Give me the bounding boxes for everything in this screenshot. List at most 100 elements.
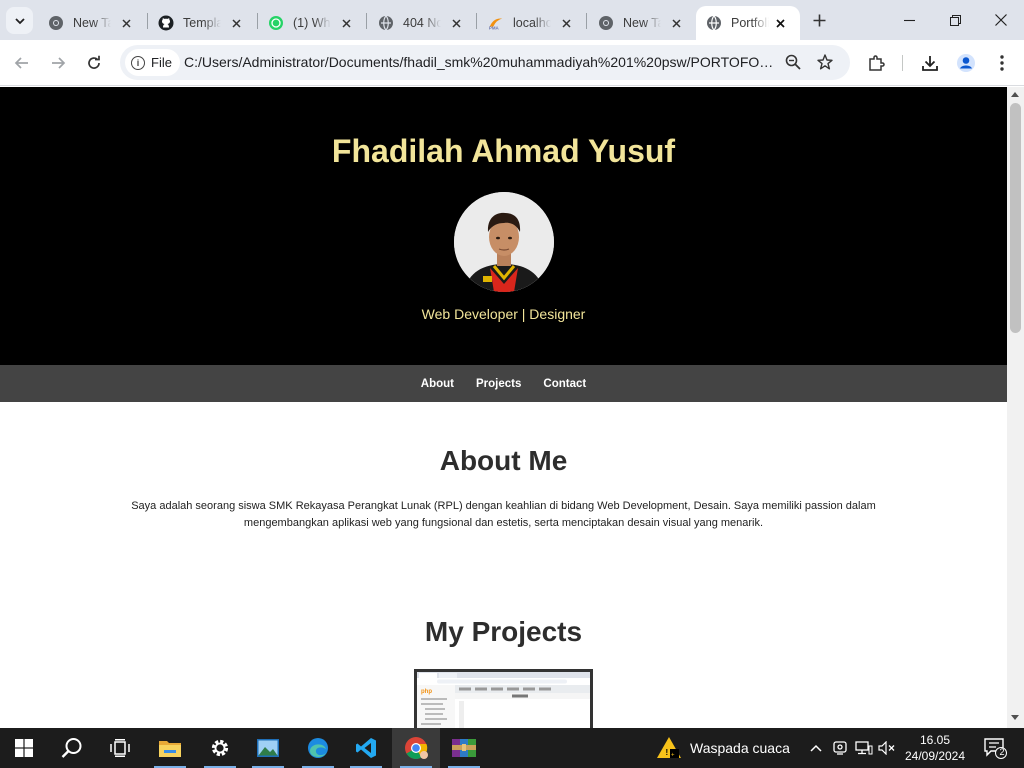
nav-link-contact[interactable]: Contact <box>532 378 597 390</box>
photos-button[interactable] <box>244 728 292 768</box>
network-icon <box>855 741 873 755</box>
tab-strip: New Tab Template (1) WhatsApp 404 Not Fo… <box>0 0 1024 40</box>
edge-icon <box>308 738 328 758</box>
chevron-up-icon <box>810 744 822 752</box>
star-icon <box>817 54 833 70</box>
github-icon <box>158 15 174 31</box>
new-tab-button[interactable] <box>808 9 830 31</box>
webpage-viewport: Fhadilah Ahmad Yusuf Web Developer | Des… <box>0 87 1007 728</box>
start-button[interactable] <box>0 728 48 768</box>
close-icon[interactable] <box>558 15 574 31</box>
browser-toolbar: i File C:/Users/Administrator/Documents/… <box>0 40 1024 86</box>
site-info-chip[interactable]: i File <box>125 49 180 76</box>
tab-new-tab-2[interactable]: New Tab <box>588 6 696 40</box>
downloads-button[interactable] <box>916 49 944 77</box>
bookmark-button[interactable] <box>811 48 839 76</box>
close-icon[interactable] <box>228 15 244 31</box>
tab-separator <box>586 13 587 29</box>
url-text[interactable]: C:/Users/Administrator/Documents/fhadil_… <box>184 54 774 70</box>
tab-title: Portfolio <box>731 16 769 30</box>
globe-icon <box>378 15 394 31</box>
download-icon <box>922 56 938 71</box>
profile-button[interactable] <box>952 49 980 77</box>
scroll-up-arrow-icon[interactable] <box>1011 92 1019 97</box>
reload-button[interactable] <box>80 49 108 77</box>
meet-now-button[interactable] <box>830 728 850 768</box>
restore-button[interactable] <box>932 0 978 40</box>
profile-photo <box>454 192 554 292</box>
settings-button[interactable] <box>196 728 244 768</box>
nav-link-projects[interactable]: Projects <box>465 378 532 390</box>
winrar-icon <box>452 739 476 757</box>
address-bar[interactable]: i File C:/Users/Administrator/Documents/… <box>120 45 850 80</box>
tab-new-tab-1[interactable]: New Tab <box>38 6 146 40</box>
close-icon[interactable] <box>338 15 354 31</box>
close-window-button[interactable] <box>978 0 1024 40</box>
search-button[interactable] <box>48 728 96 768</box>
windows-logo-icon <box>15 739 33 757</box>
volume-button[interactable] <box>876 728 898 768</box>
tab-title: localhost <box>513 16 551 30</box>
svg-text:php: php <box>421 689 432 695</box>
windows-taskbar: ! + Waspada cuaca 16.05 24/09/2024 2 <box>0 728 1024 768</box>
close-icon[interactable] <box>118 15 134 31</box>
tab-title: New Tab <box>73 16 111 30</box>
page-title: Fhadilah Ahmad Yusuf <box>331 133 676 169</box>
tab-template[interactable]: Template <box>148 6 256 40</box>
show-hidden-icons-button[interactable] <box>806 728 826 768</box>
menu-button[interactable] <box>988 49 1016 77</box>
back-button[interactable] <box>8 49 36 77</box>
network-button[interactable] <box>854 728 874 768</box>
zoom-icon <box>785 54 801 70</box>
warning-icon: ! + <box>657 737 681 759</box>
scroll-down-arrow-icon[interactable] <box>1011 715 1019 720</box>
extensions-button[interactable] <box>862 49 890 77</box>
site-chip-label: File <box>151 55 172 70</box>
tab-portfolio[interactable]: Portfolio <box>696 6 800 40</box>
puzzle-icon <box>869 55 885 71</box>
nav-link-about[interactable]: About <box>410 378 465 390</box>
close-icon <box>995 14 1007 26</box>
tab-title: Template <box>183 16 221 30</box>
hero-header: Fhadilah Ahmad Yusuf Web Developer | Des… <box>0 87 1007 365</box>
tab-title: (1) WhatsApp <box>293 16 331 30</box>
kebab-menu-icon <box>1000 55 1004 71</box>
project-screenshot-image: php <box>417 672 590 728</box>
minimize-icon <box>903 19 915 21</box>
chrome-icon <box>405 737 428 759</box>
notifications-button[interactable]: 2 <box>980 728 1010 768</box>
file-explorer-button[interactable] <box>146 728 194 768</box>
weather-widget[interactable]: ! + Waspada cuaca <box>656 728 790 768</box>
scrollbar-thumb[interactable] <box>1010 103 1021 333</box>
chrome-taskbar-button[interactable] <box>392 728 440 768</box>
svg-text:!: ! <box>666 748 669 757</box>
main-nav: About Projects Contact <box>0 365 1007 402</box>
forward-button[interactable] <box>44 49 72 77</box>
reload-icon <box>88 55 100 69</box>
svg-text:PMA: PMA <box>489 26 500 31</box>
task-view-button[interactable] <box>96 728 144 768</box>
system-clock[interactable]: 16.05 24/09/2024 <box>900 732 970 764</box>
vscode-button[interactable] <box>342 728 390 768</box>
tab-localhost[interactable]: PMA localhost <box>478 6 586 40</box>
tab-title: New Tab <box>623 16 661 30</box>
close-icon[interactable] <box>668 15 684 31</box>
edge-button[interactable] <box>294 728 342 768</box>
zoom-button[interactable] <box>779 48 807 76</box>
arrow-right-icon <box>52 57 66 69</box>
folder-icon <box>159 741 181 757</box>
page-scrollbar[interactable] <box>1007 87 1024 728</box>
tab-404[interactable]: 404 Not Found <box>368 6 476 40</box>
svg-text:+: + <box>671 753 675 759</box>
winrar-button[interactable] <box>440 728 488 768</box>
tab-whatsapp[interactable]: (1) WhatsApp <box>258 6 366 40</box>
clock-time: 16.05 <box>919 733 951 747</box>
close-icon[interactable] <box>448 15 464 31</box>
minimize-button[interactable] <box>886 0 932 40</box>
tab-search-button[interactable] <box>6 7 33 34</box>
close-icon[interactable] <box>772 15 788 31</box>
tab-separator <box>366 13 367 29</box>
tab-separator <box>476 13 477 29</box>
project-thumbnail[interactable]: php <box>414 669 593 728</box>
whatsapp-icon <box>268 15 284 31</box>
